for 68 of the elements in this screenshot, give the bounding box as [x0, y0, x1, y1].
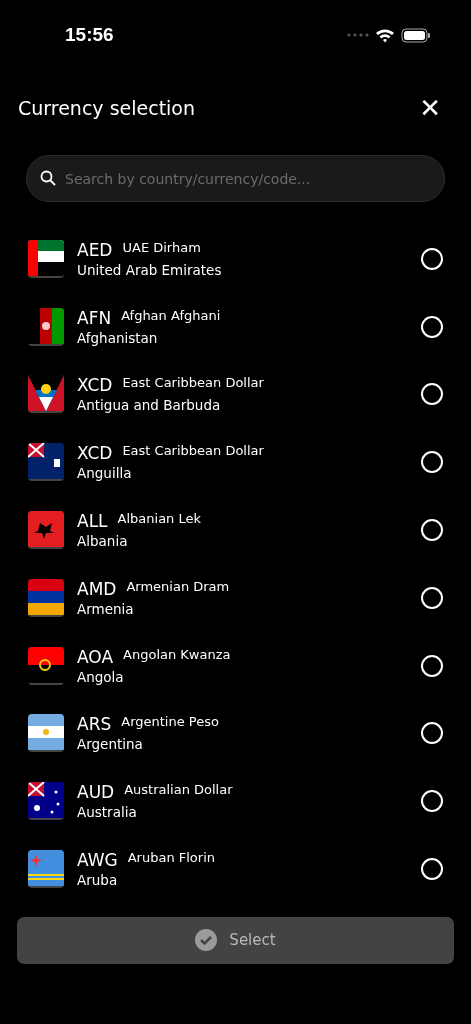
currency-code: AED: [77, 239, 113, 260]
radio-button[interactable]: [421, 654, 443, 677]
flag-icon: [28, 782, 64, 821]
country-name: Angola: [77, 668, 125, 685]
country-name: Antigua and Barbuda: [77, 397, 222, 414]
status-time: 15:56: [65, 24, 114, 46]
check-circle-icon: [195, 929, 218, 952]
currency-row[interactable]: XCD East Caribbean Dollar Antigua and Barbuda: [0, 360, 471, 429]
close-button[interactable]: ✕: [419, 95, 441, 121]
country-name: Anguilla: [77, 465, 133, 482]
currency-name: Afghan Afghani: [121, 307, 221, 323]
currency-code: AMD: [77, 578, 117, 599]
country-name: Albania: [77, 533, 129, 550]
currency-row[interactable]: AED UAE Dirham United Arab Emirates: [0, 225, 471, 293]
flag-icon: [28, 307, 64, 346]
currency-name: Angolan Kwanza: [123, 646, 231, 662]
flag-icon: [28, 511, 64, 550]
currency-name: Aruban Florin: [127, 850, 215, 866]
currency-name: Australian Dollar: [124, 782, 233, 798]
currency-code: AWG: [77, 850, 118, 871]
radio-button[interactable]: [421, 315, 443, 338]
radio-button[interactable]: [421, 451, 443, 474]
currency-name: Albanian Lek: [117, 511, 202, 527]
currency-row[interactable]: ALL Albanian Lek Albania: [0, 496, 471, 564]
search-field[interactable]: Search by country/currency/code...: [26, 155, 445, 202]
wifi-icon: [375, 27, 395, 43]
currency-name: East Caribbean Dollar: [122, 375, 264, 391]
flag-icon: [28, 850, 64, 889]
country-name: Aruba: [77, 872, 119, 889]
radio-button[interactable]: [421, 247, 443, 270]
currency-code: AFN: [77, 307, 112, 328]
signal-icon: [347, 33, 369, 37]
currency-row[interactable]: AFN Afghan Afghani Afghanistan: [0, 292, 471, 361]
currency-code: ALL: [77, 511, 108, 532]
currency-row[interactable]: AMD Armenian Dram Armenia: [0, 564, 471, 632]
currency-name: UAE Dirham: [122, 239, 201, 255]
flag-icon: [28, 239, 64, 278]
country-name: United Arab Emirates: [77, 261, 223, 278]
currency-name: Armenian Dram: [126, 578, 230, 594]
currency-code: XCD: [77, 375, 113, 396]
currency-code: AUD: [77, 782, 115, 803]
flag-icon: [28, 646, 64, 685]
currency-code: XCD: [77, 443, 113, 464]
radio-button[interactable]: [421, 383, 443, 406]
flag-icon: [28, 375, 64, 414]
currency-name: East Caribbean Dollar: [122, 443, 264, 459]
currency-code: ARS: [77, 714, 112, 735]
page-title: Currency selection: [18, 97, 196, 119]
radio-button[interactable]: [421, 586, 443, 609]
flag-icon: [28, 443, 64, 482]
radio-button[interactable]: [421, 858, 443, 881]
radio-button[interactable]: [421, 519, 443, 542]
currency-row[interactable]: ARS Argentine Peso Argentina: [0, 699, 471, 768]
currency-row[interactable]: AWG Aruban Florin Aruba: [0, 835, 471, 903]
country-name: Argentina: [77, 736, 144, 753]
currency-row[interactable]: XCD East Caribbean Dollar Anguilla: [0, 428, 471, 497]
currency-name: Argentine Peso: [121, 714, 219, 730]
currency-row[interactable]: AOA Angolan Kwanza Angola: [0, 631, 471, 700]
currency-row[interactable]: AUD Australian Dollar Australia: [0, 767, 471, 836]
country-name: Armenia: [77, 600, 135, 617]
radio-button[interactable]: [421, 722, 443, 745]
radio-button[interactable]: [421, 790, 443, 813]
country-name: Afghanistan: [77, 329, 159, 346]
currency-code: AOA: [77, 646, 114, 667]
flag-icon: [28, 714, 64, 753]
flag-icon: [28, 578, 64, 617]
country-name: Australia: [77, 804, 138, 821]
battery-icon: [401, 27, 431, 43]
